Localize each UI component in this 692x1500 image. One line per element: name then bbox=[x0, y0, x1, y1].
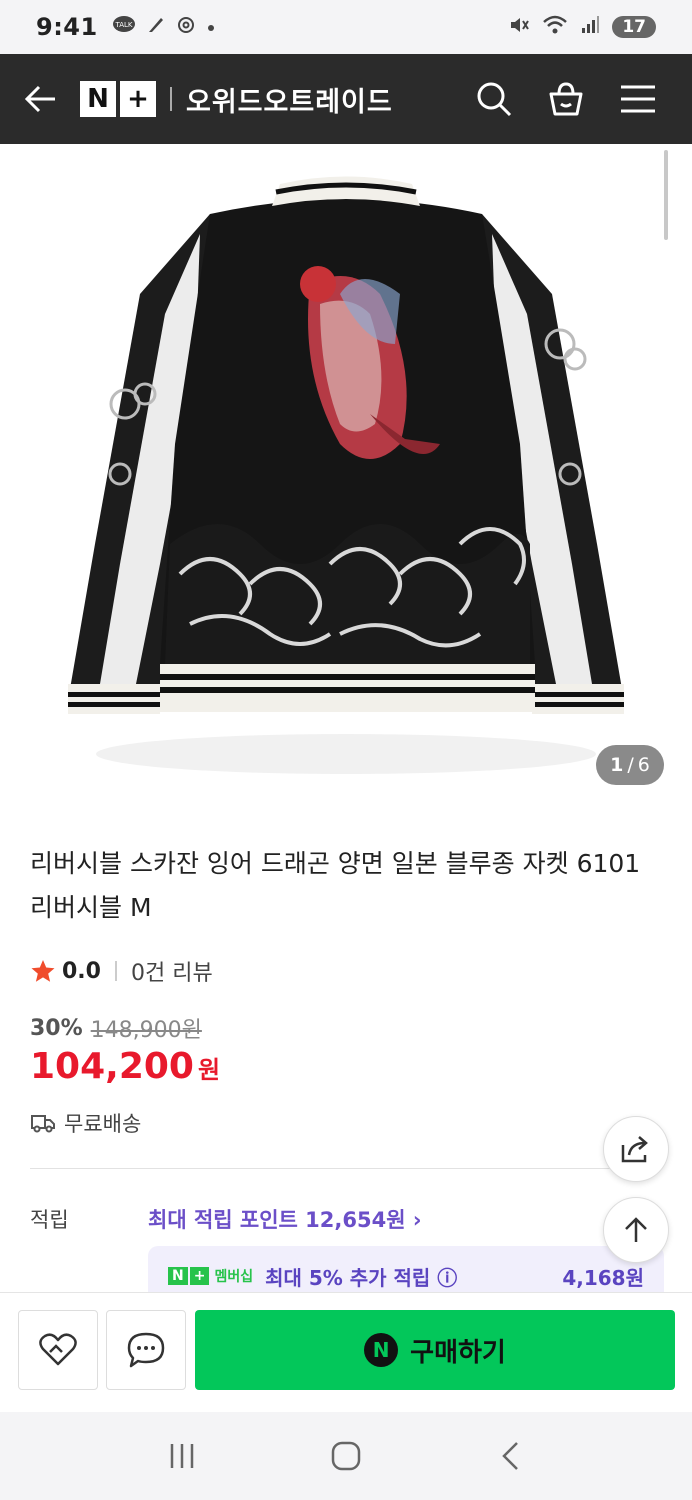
membership-amount: 4,168원 bbox=[562, 1265, 644, 1290]
recent-apps-button[interactable] bbox=[152, 1426, 212, 1486]
review-count[interactable]: 0건 리뷰 bbox=[131, 955, 213, 987]
cart-button[interactable] bbox=[544, 77, 588, 121]
notification-icons: TALK bbox=[112, 15, 216, 39]
svg-text:TALK: TALK bbox=[114, 21, 132, 29]
points-label: 적립 bbox=[30, 1208, 69, 1232]
home-button[interactable] bbox=[316, 1426, 376, 1486]
share-button[interactable] bbox=[603, 1116, 669, 1182]
system-back-button[interactable] bbox=[480, 1426, 540, 1486]
membership-badge: N + 멤버십 bbox=[168, 1266, 253, 1286]
membership-badge-label: 멤버십 bbox=[214, 1269, 254, 1285]
search-icon bbox=[477, 82, 512, 117]
heart-icon bbox=[39, 1333, 77, 1366]
naver-pay-icon: N bbox=[364, 1333, 399, 1367]
price-row: 104,200 원 bbox=[30, 1046, 220, 1087]
discount-row: 30% 148,900원 bbox=[30, 1012, 202, 1044]
status-right: 17 bbox=[508, 14, 656, 40]
wishlist-button[interactable] bbox=[18, 1310, 98, 1390]
chat-button[interactable] bbox=[106, 1310, 186, 1390]
system-nav-bar bbox=[0, 1412, 692, 1500]
menu-button[interactable] bbox=[616, 77, 660, 121]
chevron-left-icon bbox=[502, 1442, 518, 1470]
talk-icon: TALK bbox=[112, 15, 136, 39]
mute-icon bbox=[508, 14, 530, 40]
logo-n: N bbox=[80, 81, 116, 117]
dot-icon bbox=[206, 18, 216, 37]
section-divider bbox=[30, 1168, 662, 1169]
recent-apps-icon bbox=[170, 1444, 194, 1468]
feather-icon bbox=[146, 15, 166, 39]
threads-icon bbox=[176, 15, 196, 39]
product-image bbox=[68, 176, 624, 774]
star-icon bbox=[31, 960, 55, 982]
image-counter: 1 / 6 bbox=[596, 745, 664, 785]
membership-badge-plus: + bbox=[189, 1267, 210, 1285]
share-icon bbox=[621, 1136, 648, 1163]
delivery-truck-icon bbox=[31, 1115, 55, 1133]
image-counter-separator: / bbox=[627, 754, 634, 776]
search-button[interactable] bbox=[472, 77, 516, 121]
top-header: N + 오위드오트레이드 bbox=[0, 54, 692, 144]
header-divider bbox=[170, 87, 172, 111]
scrollbar-thumb[interactable] bbox=[664, 150, 668, 240]
scroll-top-button[interactable] bbox=[603, 1197, 669, 1263]
home-icon bbox=[331, 1441, 361, 1471]
shopping-bag-icon bbox=[549, 82, 583, 116]
membership-text: 최대 5% 추가 적립 ⓘ bbox=[265, 1265, 458, 1290]
product-image-carousel[interactable] bbox=[0, 144, 692, 804]
sale-price: 104,200 bbox=[30, 1046, 194, 1087]
naver-plus-logo[interactable]: N + bbox=[80, 81, 156, 117]
image-total: 6 bbox=[637, 754, 650, 776]
rating-row[interactable]: 0.0 0건 리뷰 bbox=[30, 955, 213, 987]
arrow-up-icon bbox=[625, 1217, 647, 1242]
status-bar: 9:41 TALK 17 bbox=[0, 0, 692, 54]
rating-divider bbox=[114, 961, 117, 981]
original-price: 148,900원 bbox=[90, 1018, 202, 1043]
buy-button-label: 구매하기 bbox=[410, 1337, 506, 1368]
product-title: 리버시블 스카잔 잉어 드래곤 양면 일본 블루종 자켓 6101 리버시블 M bbox=[30, 849, 641, 922]
screen: 9:41 TALK 17 N + 오위드오트레이드 1 / 6 리버시블 스카잔… bbox=[0, 0, 692, 1500]
back-arrow-icon bbox=[24, 85, 55, 113]
chat-bubble-icon bbox=[127, 1332, 165, 1368]
max-points-link[interactable]: 최대 적립 포인트 12,654원 › bbox=[148, 1204, 422, 1234]
status-time: 9:41 bbox=[36, 13, 98, 41]
shipping-label: 무료배송 bbox=[64, 1112, 142, 1136]
shipping-row: 무료배송 bbox=[30, 1108, 141, 1138]
header-actions bbox=[472, 77, 692, 121]
bottom-action-bar: N 구매하기 bbox=[0, 1292, 692, 1412]
battery-indicator: 17 bbox=[612, 16, 656, 38]
buy-button[interactable]: N 구매하기 bbox=[195, 1310, 675, 1390]
wifi-icon bbox=[542, 14, 568, 40]
hamburger-menu-icon bbox=[621, 85, 655, 113]
image-current: 1 bbox=[610, 754, 624, 776]
back-button[interactable] bbox=[0, 54, 80, 144]
logo-plus: + bbox=[120, 81, 156, 117]
signal-icon bbox=[580, 15, 600, 39]
discount-rate: 30% bbox=[30, 1015, 83, 1041]
rating-value: 0.0 bbox=[62, 958, 101, 984]
membership-badge-n: N bbox=[168, 1267, 188, 1285]
price-unit: 원 bbox=[197, 1056, 221, 1084]
store-name[interactable]: 오위드오트레이드 bbox=[186, 80, 393, 119]
points-row: 적립 최대 적립 포인트 12,654원 › bbox=[30, 1204, 422, 1234]
